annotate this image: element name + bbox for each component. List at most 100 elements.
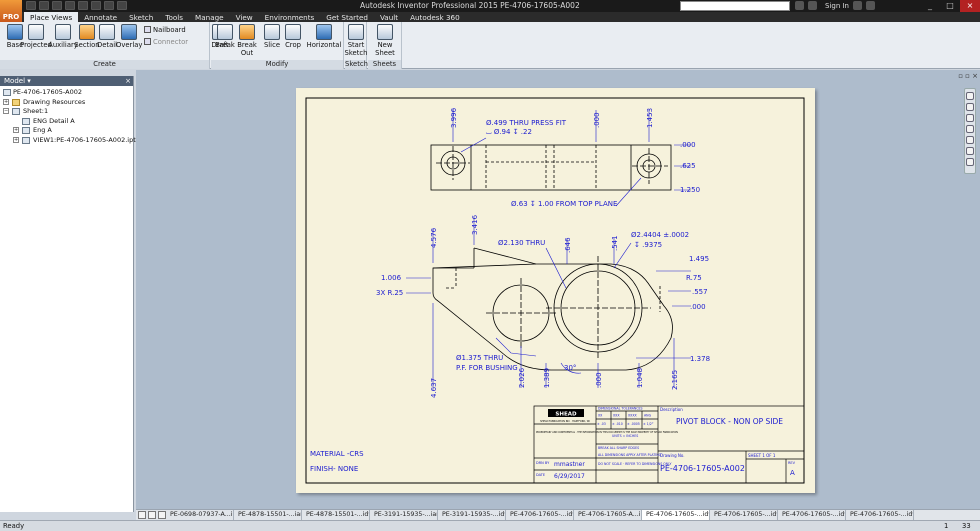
drawing-sheet[interactable]: 3.996 Ø.499 THRU PRESS FIT ⌴ Ø.94 ↧ .22 …	[296, 88, 815, 493]
detail-view-button[interactable]: Detail	[96, 24, 118, 49]
collapse-icon[interactable]: −	[3, 108, 9, 114]
dim-1048[interactable]: 1.048	[636, 368, 644, 388]
dim-1495[interactable]: 1.495	[689, 255, 709, 263]
save-icon[interactable]	[52, 1, 62, 10]
dim-4576[interactable]: 4.576	[430, 227, 438, 248]
document-tab[interactable]: PE-4706-17605-...idw	[710, 510, 778, 520]
crop-button[interactable]: Crop	[281, 24, 305, 49]
document-tab[interactable]: PE-4706-17605-...idw	[778, 510, 846, 520]
browser-close-icon[interactable]: ×	[125, 76, 131, 86]
binoculars-icon[interactable]	[795, 1, 804, 10]
dim-angle[interactable]: 30°	[564, 364, 576, 372]
nailboard-button[interactable]: Nailboard	[144, 26, 186, 34]
document-tab[interactable]: PE-4878-15501-...iam	[234, 510, 302, 520]
tab-place-views[interactable]: Place Views	[24, 12, 79, 22]
expand-icon[interactable]: +	[13, 136, 19, 143]
view-minimize-icon[interactable]: ▫ ▫ ×	[958, 72, 978, 80]
document-tab[interactable]: PE-4706-17605-...idw	[846, 510, 914, 520]
start-sketch-button[interactable]: Start Sketch	[341, 24, 371, 57]
dim-557[interactable]: .557	[692, 288, 708, 296]
dim-3x-r25[interactable]: 3X R.25	[376, 289, 403, 297]
document-tab[interactable]: PE-0698-07937-A...ipt	[166, 510, 234, 520]
front-view[interactable]	[432, 247, 673, 371]
dim-1453[interactable]: 1.453	[646, 108, 654, 128]
dim-2165[interactable]: 2.165	[671, 370, 679, 390]
exchange-icon[interactable]	[853, 1, 862, 10]
application-menu-button[interactable]: PRO	[0, 0, 22, 22]
dim-1250[interactable]: 1.250	[680, 186, 700, 194]
dim-3416[interactable]: 3.416	[471, 214, 479, 235]
select-icon[interactable]	[117, 1, 127, 10]
tree-item-sheet[interactable]: − Sheet:1	[0, 107, 133, 117]
update-icon[interactable]	[104, 1, 114, 10]
navbar-menu-icon[interactable]	[966, 158, 974, 166]
title-block[interactable]: SHEAD SHEAD FABRICATION INC · HARTFORD, …	[533, 405, 805, 484]
home-icon[interactable]	[91, 1, 101, 10]
tree-item-document[interactable]: PE-4706-17605-A002	[0, 88, 133, 98]
dim-646[interactable]: .646	[564, 237, 572, 253]
tree-item-drawing-resources[interactable]: + Drawing Resources	[0, 98, 133, 108]
expand-icon[interactable]: +	[13, 127, 19, 133]
zoom-window-icon[interactable]	[966, 125, 974, 133]
redo-icon[interactable]	[78, 1, 88, 10]
dim-24404[interactable]: Ø2.4404 ±.0002	[631, 231, 689, 239]
dim-3996[interactable]: 3.996	[450, 107, 458, 128]
note-pf-bushing[interactable]: P.F. FOR BUSHING	[456, 364, 518, 372]
new-sheet-button[interactable]: New Sheet	[369, 24, 401, 57]
help-search-input[interactable]	[680, 1, 790, 11]
dim-1378[interactable]: 1.378	[690, 355, 710, 363]
sign-in-link[interactable]: Sign In	[825, 2, 849, 10]
document-tab[interactable]: PE-3191-15935-...iam	[370, 510, 438, 520]
document-tab-active[interactable]: PE-4706-17605-...idw	[642, 510, 710, 520]
tab-autodesk-360[interactable]: Autodesk 360	[404, 12, 466, 22]
document-tab[interactable]: PE-3191-15935-...idw	[438, 510, 506, 520]
tab-vault[interactable]: Vault	[374, 12, 404, 22]
cascade-windows-icon[interactable]	[148, 511, 156, 519]
look-at-icon[interactable]	[966, 147, 974, 155]
document-list-icon[interactable]	[158, 511, 166, 519]
drawing-date[interactable]: 6/29/2017	[554, 473, 585, 480]
expand-icon[interactable]: +	[3, 98, 9, 105]
document-tab[interactable]: PE-4878-15501-...idw	[302, 510, 370, 520]
connector-button[interactable]: Connector	[144, 38, 188, 46]
document-tab[interactable]: PE-4706-17605-A...ipt	[574, 510, 642, 520]
dim-9375[interactable]: ↧ .9375	[634, 241, 662, 249]
tab-view[interactable]: View	[230, 12, 259, 22]
user-icon[interactable]	[808, 1, 817, 10]
dim-from-top-plane[interactable]: Ø.63 ↧ 1.00 FROM TOP PLANE	[511, 200, 617, 208]
tab-manage[interactable]: Manage	[189, 12, 230, 22]
graphics-window[interactable]: ▫ ▫ × 3.996 Ø.499 THRU PRESS FIT ⌴ Ø.94 …	[136, 70, 980, 513]
close-button[interactable]: ×	[960, 0, 980, 12]
drawn-by[interactable]: mmastner	[554, 461, 585, 468]
dim-front-zero[interactable]: .000	[690, 303, 706, 311]
tree-item-eng-detail-a[interactable]: ENG Detail A	[0, 117, 133, 127]
dim-counterbore[interactable]: ⌴ Ø.94 ↧ .22	[486, 128, 532, 136]
open-icon[interactable]	[39, 1, 49, 10]
zoom-all-icon[interactable]	[966, 136, 974, 144]
tree-item-eng-a[interactable]: + Eng A	[0, 126, 133, 136]
revision[interactable]: A	[790, 469, 795, 477]
dim-541[interactable]: .541	[611, 235, 619, 251]
dim-2130-thru[interactable]: Ø2.130 THRU	[498, 239, 545, 247]
undo-icon[interactable]	[65, 1, 75, 10]
material-note[interactable]: MATERIAL -CRS	[310, 450, 364, 458]
maximize-button[interactable]: □	[940, 0, 960, 12]
document-tab[interactable]: PE-4706-17605-...idw	[506, 510, 574, 520]
dim-top-zero[interactable]: .000	[593, 112, 601, 128]
help-icon[interactable]	[866, 1, 875, 10]
dim-r75[interactable]: R.75	[686, 274, 702, 282]
tab-annotate[interactable]: Annotate	[78, 12, 123, 22]
tab-tools[interactable]: Tools	[159, 12, 189, 22]
pan-icon[interactable]	[966, 103, 974, 111]
steering-wheel-icon[interactable]	[966, 92, 974, 100]
top-view[interactable]	[430, 144, 672, 191]
drawing-number[interactable]: PE-4706-17605-A002	[660, 464, 745, 473]
finish-note[interactable]: FINISH- NONE	[310, 465, 358, 473]
tab-environments[interactable]: Environments	[259, 12, 321, 22]
note-1375-thru[interactable]: Ø1.375 THRU	[456, 354, 503, 362]
dim-4637[interactable]: 4.637	[430, 378, 438, 398]
tab-get-started[interactable]: Get Started	[320, 12, 374, 22]
overlay-view-button[interactable]: Overlay	[116, 24, 142, 49]
new-icon[interactable]	[26, 1, 36, 10]
zoom-icon[interactable]	[966, 114, 974, 122]
